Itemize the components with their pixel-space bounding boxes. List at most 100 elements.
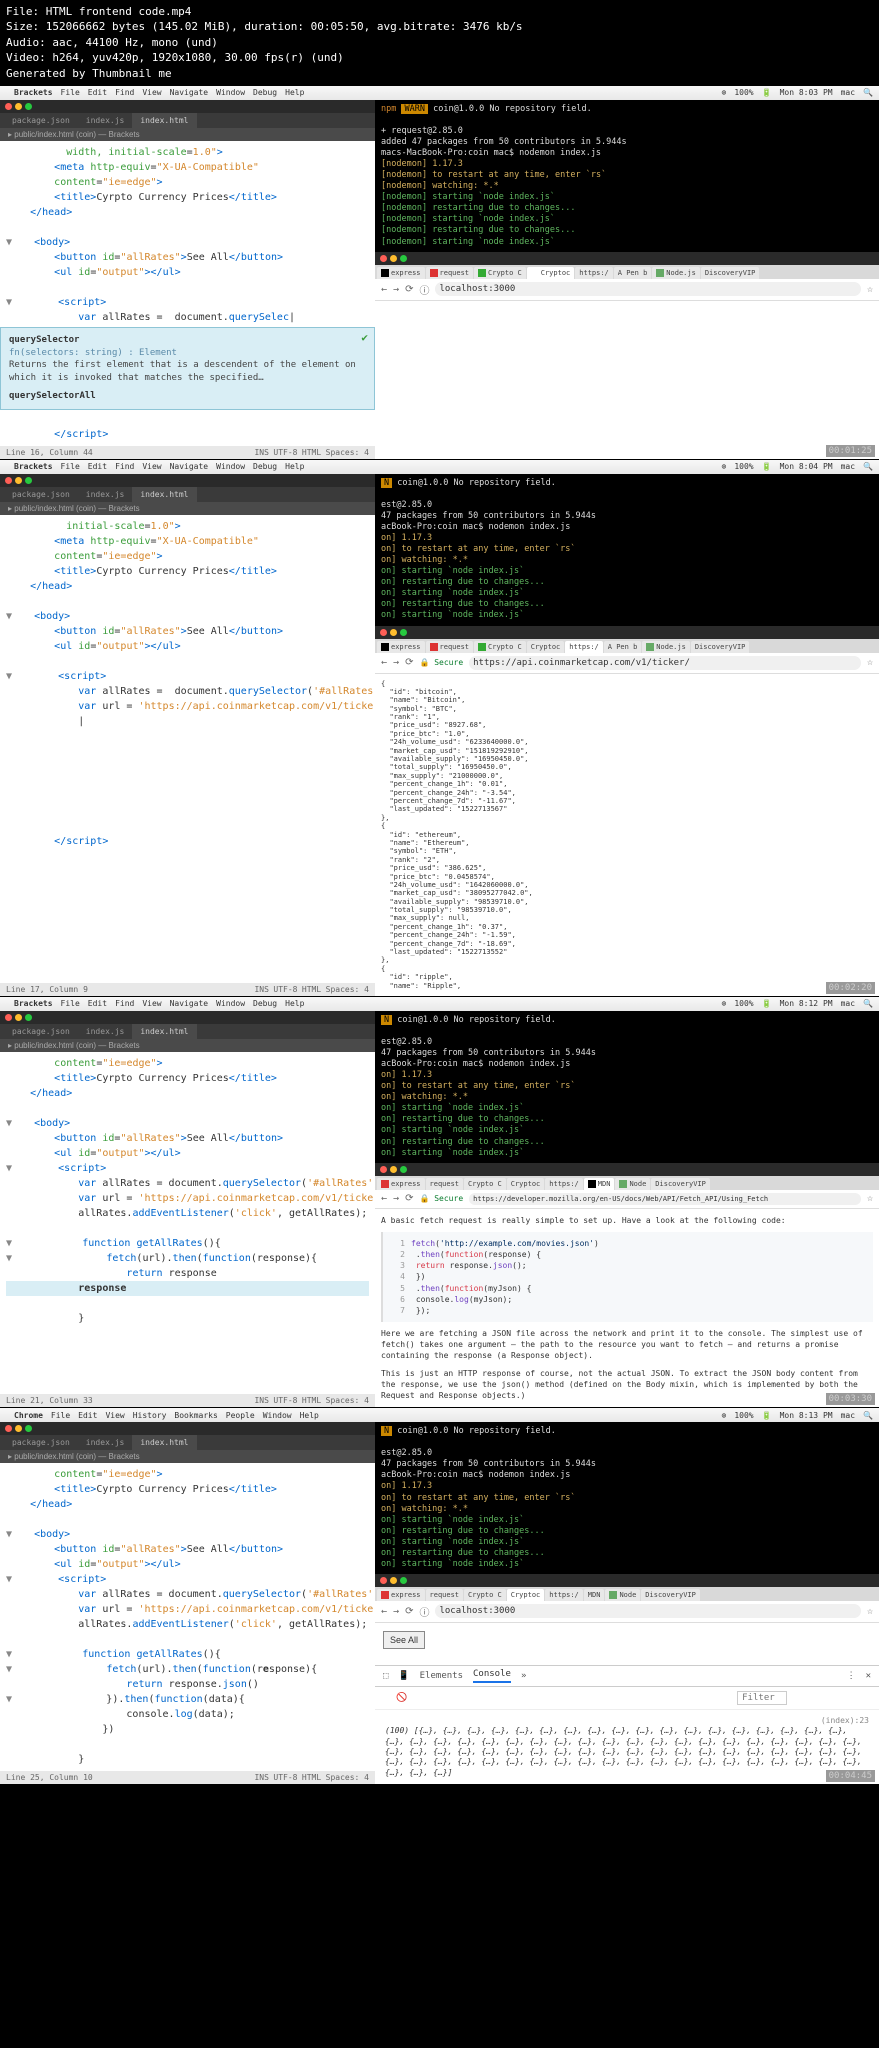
- meta-audio: Audio: aac, 44100 Hz, mono (und): [6, 35, 873, 50]
- editor-tabs: package.json index.js index.html: [0, 113, 375, 128]
- browser-tab[interactable]: https:/: [575, 267, 613, 279]
- url-input[interactable]: [435, 1604, 861, 1618]
- window-controls: [0, 100, 375, 113]
- forward-icon[interactable]: →: [393, 1606, 399, 1617]
- forward-icon[interactable]: →: [393, 1193, 399, 1204]
- mac-menubar-right: ⊚ 100% 🔋 Mon 8:03 PM mac 🔍: [375, 86, 879, 100]
- hint-item[interactable]: querySelector: [9, 335, 79, 345]
- minimize-icon[interactable]: [15, 103, 22, 110]
- battery-icon: 🔋: [762, 88, 772, 97]
- browser-tab[interactable]: request: [426, 267, 474, 279]
- meta-gen: Generated by Thumbnail me: [6, 66, 873, 81]
- browser-tab[interactable]: A Pen b: [614, 267, 652, 279]
- cursor-pos: Line 16, Column 44: [6, 448, 93, 457]
- meta-size: Size: 152066662 bytes (145.02 MiB), dura…: [6, 19, 873, 34]
- fold-icon[interactable]: ▼: [6, 235, 16, 250]
- more-tabs[interactable]: »: [521, 1671, 526, 1681]
- mac-menubar: Brackets File Edit Find View Navigate Wi…: [0, 460, 375, 474]
- browser-tab[interactable]: Cryptoc: [527, 267, 575, 279]
- browser-tab[interactable]: Node.js: [652, 267, 700, 279]
- url-input[interactable]: [469, 1193, 861, 1205]
- forward-icon[interactable]: →: [393, 657, 399, 668]
- editor-path: ▸ public/index.html (coin) — Brackets: [0, 128, 375, 141]
- hint-item[interactable]: querySelectorAll: [9, 391, 96, 401]
- code-editor[interactable]: content="ie=edge"> <title>Cyrpto Currenc…: [0, 1052, 375, 1394]
- clear-icon[interactable]: 🚫: [396, 1693, 407, 1703]
- menu-navigate[interactable]: Navigate: [170, 88, 209, 97]
- close-icon[interactable]: [5, 103, 12, 110]
- menu-file[interactable]: File: [61, 88, 80, 97]
- forward-icon[interactable]: →: [393, 284, 399, 295]
- meta-video: Video: h264, yuv420p, 1920x1080, 30.00 f…: [6, 50, 873, 65]
- devtools-tab[interactable]: Console: [473, 1669, 511, 1683]
- devtools: ⬚ 📱 Elements Console » ⋮ ✕ ▸ 🚫 top ▼: [375, 1665, 879, 1784]
- reload-icon[interactable]: ⟳: [405, 284, 413, 295]
- menu-help[interactable]: Help: [285, 88, 304, 97]
- file-metadata: File: HTML frontend code.mp4 Size: 15206…: [0, 0, 879, 85]
- menu-debug[interactable]: Debug: [253, 88, 277, 97]
- menu-edit[interactable]: Edit: [88, 88, 107, 97]
- tab-package[interactable]: package.json: [4, 113, 78, 128]
- browser-tab[interactable]: DiscoveryVIP: [701, 267, 760, 279]
- tab-indexjs[interactable]: index.js: [78, 113, 133, 128]
- reload-icon[interactable]: ⟳: [405, 1193, 413, 1204]
- code-sample: 1fetch('http://example.com/movies.json')…: [381, 1232, 873, 1322]
- zoom-icon[interactable]: [25, 103, 32, 110]
- back-icon[interactable]: ←: [381, 1606, 387, 1617]
- autocomplete-popup[interactable]: ✔ querySelector fn(selectors: string) : …: [0, 327, 375, 410]
- reload-icon[interactable]: ⟳: [405, 1606, 413, 1617]
- code-editor[interactable]: initial-scale=1.0"> <meta http-equiv="X-…: [0, 515, 375, 983]
- star-icon[interactable]: ☆: [867, 657, 873, 668]
- reload-icon[interactable]: ⟳: [405, 657, 413, 668]
- lock-icon[interactable]: 🔒 Secure: [419, 658, 463, 667]
- info-icon[interactable]: ⓘ: [419, 282, 429, 297]
- tab-indexhtml[interactable]: index.html: [132, 113, 196, 128]
- device-icon[interactable]: 📱: [398, 1671, 409, 1681]
- console-output: (index):23 (100) [{…}, {…}, {…}, {…}, {……: [375, 1710, 879, 1784]
- chevron-down-icon[interactable]: ▼: [440, 1693, 445, 1703]
- hint-desc: Returns the first element that is a desc…: [9, 359, 366, 384]
- app-name[interactable]: Brackets: [14, 88, 53, 97]
- code-editor[interactable]: width, initial-scale=1.0"> <meta http-eq…: [0, 141, 375, 446]
- meta-file: File: HTML frontend code.mp4: [6, 4, 873, 19]
- mdn-article: A basic fetch request is really simple t…: [375, 1209, 879, 1408]
- url-input[interactable]: [469, 656, 861, 670]
- menu-view[interactable]: View: [142, 88, 161, 97]
- sidebar-icon[interactable]: ▸: [383, 1693, 388, 1703]
- hint-signature: fn(selectors: string) : Element: [9, 347, 366, 360]
- address-bar: ← → ⟳ ⓘ ☆: [375, 279, 879, 301]
- close-icon[interactable]: ✕: [866, 1671, 871, 1681]
- check-icon: ✔: [361, 330, 368, 345]
- see-all-button[interactable]: See All: [383, 1631, 425, 1650]
- menu-window[interactable]: Window: [216, 88, 245, 97]
- terminal[interactable]: N coin@1.0.0 No repository field. est@2.…: [375, 1011, 879, 1163]
- mac-menubar: Brackets File Edit Find View Navigate Wi…: [0, 86, 375, 100]
- browser-tabs: express request Crypto C Cryptoc https:/…: [375, 265, 879, 279]
- browser-tab[interactable]: Crypto C: [474, 267, 526, 279]
- terminal[interactable]: N coin@1.0.0 No repository field. est@2.…: [375, 1422, 879, 1574]
- filter-input[interactable]: [737, 1691, 787, 1705]
- devtools-tab[interactable]: Elements: [420, 1671, 463, 1681]
- json-response: { "id": "bitcoin", "name": "Bitcoin", "s…: [381, 680, 873, 990]
- browser-window: express request Crypto C Cryptoc https:/…: [375, 252, 879, 459]
- wifi-icon[interactable]: ⊚: [722, 88, 727, 97]
- star-icon[interactable]: ☆: [867, 1606, 873, 1617]
- code-editor[interactable]: content="ie=edge"> <title>Cyrpto Currenc…: [0, 1463, 375, 1771]
- back-icon[interactable]: ←: [381, 284, 387, 295]
- browser-tab[interactable]: express: [377, 267, 425, 279]
- inspect-icon[interactable]: ⬚: [383, 1671, 388, 1681]
- fold-icon[interactable]: ▼: [6, 295, 16, 310]
- star-icon[interactable]: ☆: [867, 284, 873, 295]
- menu-find[interactable]: Find: [115, 88, 134, 97]
- search-icon[interactable]: 🔍: [863, 88, 873, 97]
- url-input[interactable]: [435, 282, 861, 296]
- settings-icon[interactable]: ⋮: [847, 1671, 856, 1681]
- terminal[interactable]: N coin@1.0.0 No repository field. est@2.…: [375, 474, 879, 626]
- terminal[interactable]: npm WARN coin@1.0.0 No repository field.…: [375, 100, 879, 252]
- info-icon[interactable]: ⓘ: [419, 1604, 429, 1619]
- status-bar: Line 16, Column 44 INS UTF-8 HTML Spaces…: [0, 446, 375, 459]
- back-icon[interactable]: ←: [381, 1193, 387, 1204]
- lock-icon[interactable]: 🔒 Secure: [419, 1194, 463, 1203]
- star-icon[interactable]: ☆: [867, 1193, 873, 1204]
- back-icon[interactable]: ←: [381, 657, 387, 668]
